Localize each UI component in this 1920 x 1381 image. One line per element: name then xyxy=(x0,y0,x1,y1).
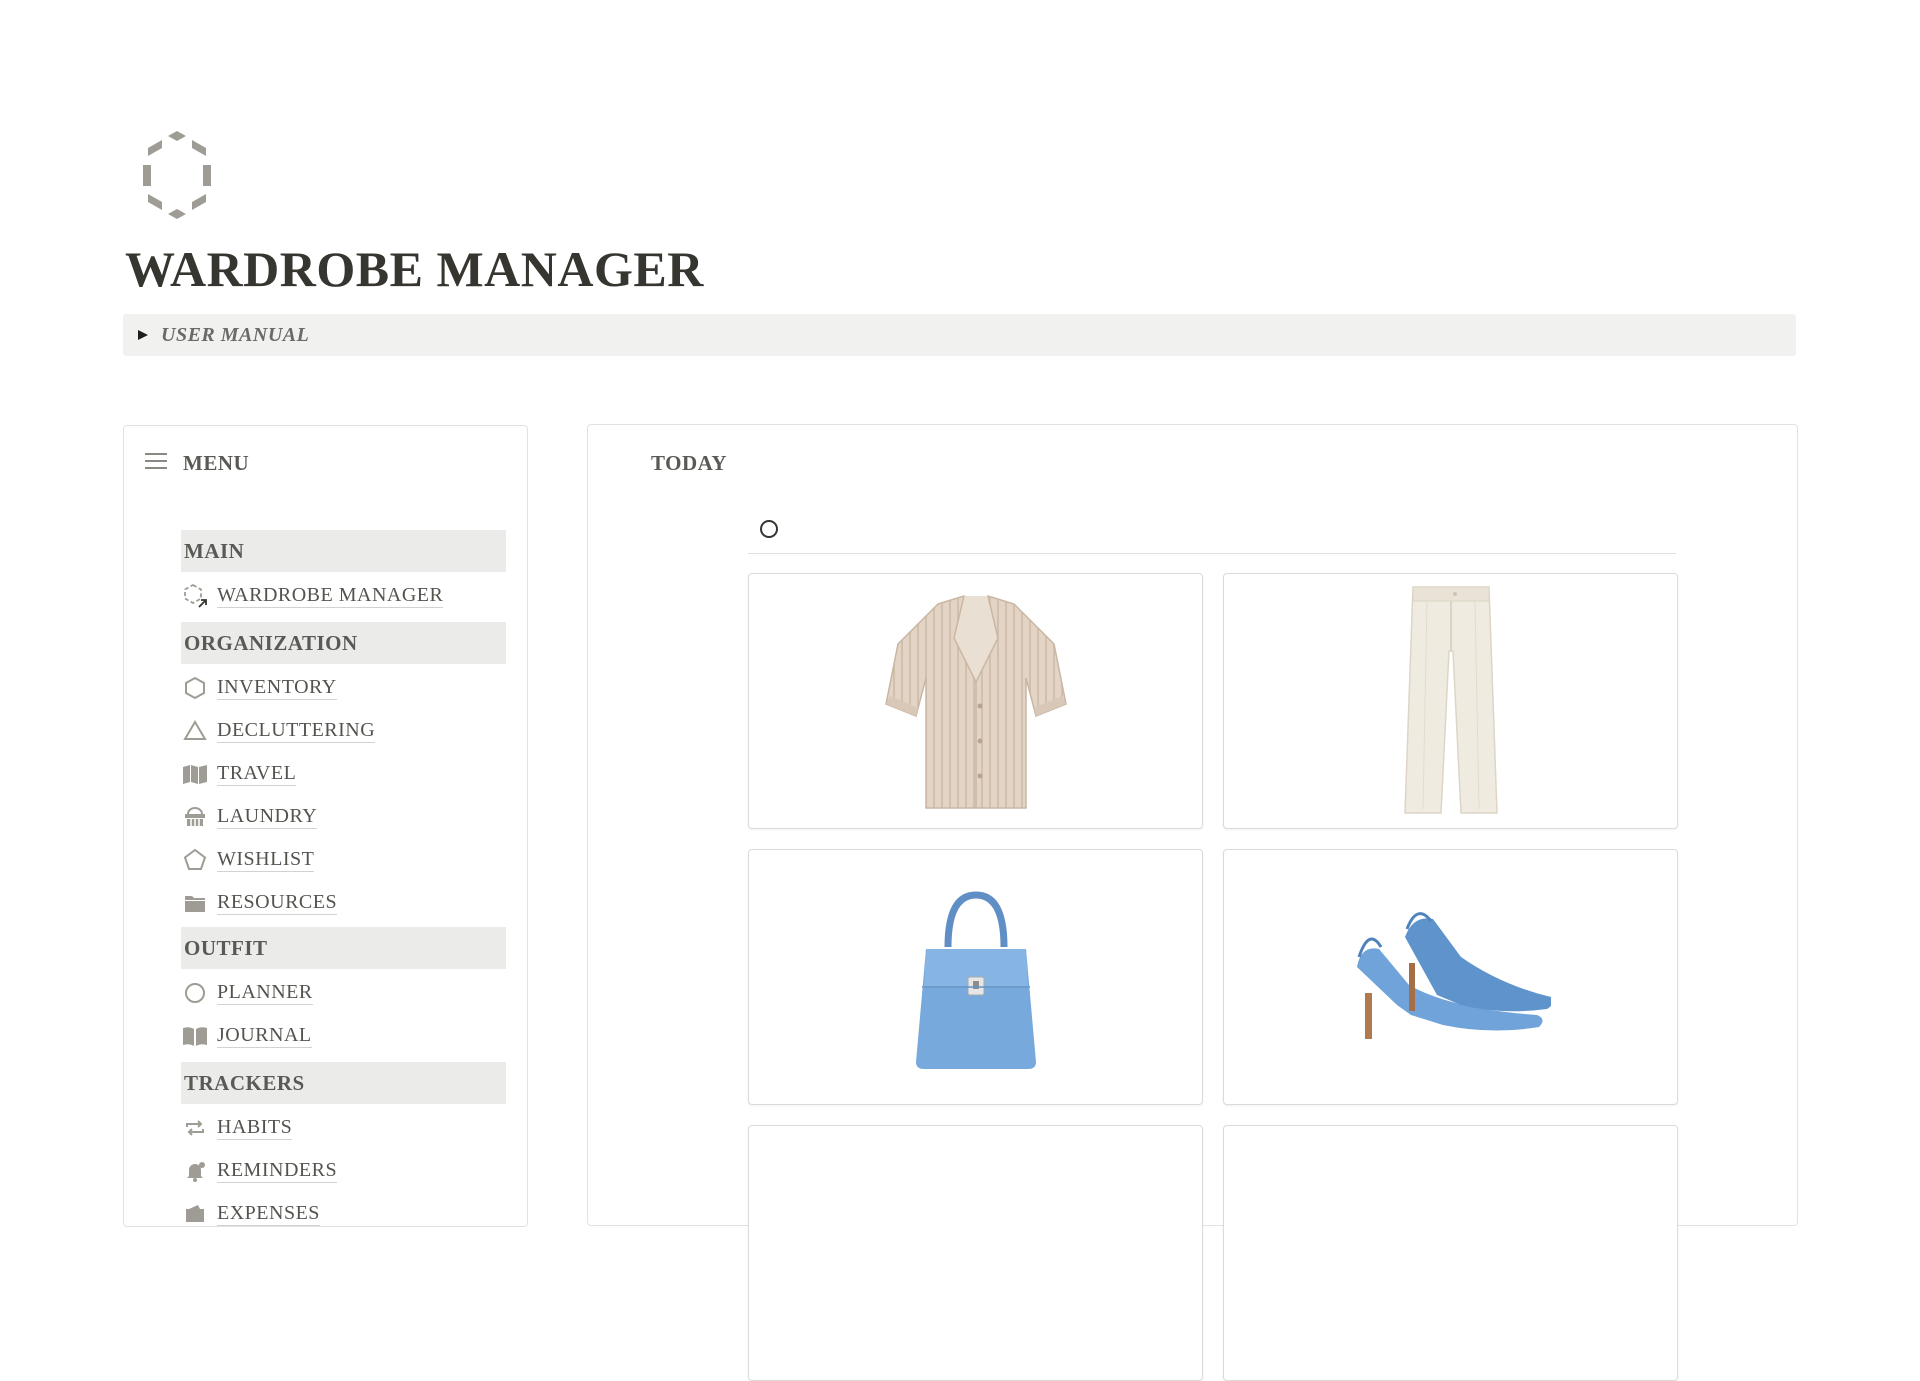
card-6[interactable] xyxy=(1223,1125,1678,1381)
beige-blouse-image xyxy=(884,595,1067,809)
user-manual-label[interactable]: USER MANUAL xyxy=(161,324,309,347)
menu-item-label[interactable]: DECLUTTERING xyxy=(217,718,376,743)
section-organization: ORGANIZATION xyxy=(181,622,506,664)
user-manual-toggle[interactable]: USER MANUAL xyxy=(123,314,1796,356)
folder-icon xyxy=(181,889,209,917)
menu-item-label[interactable]: JOURNAL xyxy=(217,1023,312,1048)
menu-item-planner[interactable]: PLANNER xyxy=(181,971,506,1014)
blue-slingback-heels-image xyxy=(1356,912,1551,1039)
wallet-icon xyxy=(181,1200,209,1228)
menu-header: MENU xyxy=(143,450,249,477)
menu-item-laundry[interactable]: LAUNDRY xyxy=(181,795,506,838)
menu-item-decluttering[interactable]: DECLUTTERING xyxy=(181,709,506,752)
menu-item-label[interactable]: TRAVEL xyxy=(217,761,297,786)
section-outfit: OUTFIT xyxy=(181,927,506,969)
today-title: TODAY xyxy=(651,451,728,475)
section-trackers: TRACKERS xyxy=(181,1062,506,1104)
menu-item-label[interactable]: INVENTORY xyxy=(217,675,337,700)
menu-item-expenses[interactable]: EXPENSES xyxy=(181,1192,506,1235)
blouse-card[interactable] xyxy=(748,573,1203,829)
menu-item-label[interactable]: WARDROBE MANAGER xyxy=(217,583,444,608)
circle-icon xyxy=(181,979,209,1007)
card-5[interactable] xyxy=(748,1125,1203,1381)
handbag-card[interactable] xyxy=(748,849,1203,1105)
menu-item-label[interactable]: EXPENSES xyxy=(217,1201,320,1226)
triangle-icon xyxy=(181,717,209,745)
cream-trousers-image xyxy=(1403,586,1498,814)
menu-item-label[interactable]: WISHLIST xyxy=(217,847,315,872)
menu-item-travel[interactable]: TRAVEL xyxy=(181,752,506,795)
menu-item-label[interactable]: LAUNDRY xyxy=(217,804,318,829)
menu-item-label[interactable]: RESOURCES xyxy=(217,890,338,915)
hexagon-link-icon xyxy=(181,582,209,610)
trousers-card[interactable] xyxy=(1223,573,1678,829)
menu-item-inventory[interactable]: INVENTORY xyxy=(181,666,506,709)
menu-item-wishlist[interactable]: WISHLIST xyxy=(181,838,506,881)
map-icon xyxy=(181,760,209,788)
pentagon-icon xyxy=(181,846,209,874)
basket-icon xyxy=(181,803,209,831)
heels-card[interactable] xyxy=(1223,849,1678,1105)
blue-handbag-image xyxy=(915,891,1036,1069)
repeat-icon xyxy=(181,1114,209,1142)
menu-item-label[interactable]: PLANNER xyxy=(217,980,313,1005)
hexagon-icon xyxy=(181,674,209,702)
menu-list: MAIN WARDROBE MANAGER ORGANIZATION INVEN… xyxy=(181,530,506,1235)
page-hexagon-icon[interactable] xyxy=(134,128,220,222)
menu-item-journal[interactable]: JOURNAL xyxy=(181,1014,506,1057)
triangle-right-icon[interactable] xyxy=(133,325,153,345)
hamburger-icon xyxy=(143,450,169,477)
menu-item-wardrobe-manager[interactable]: WARDROBE MANAGER xyxy=(181,574,506,617)
section-main: MAIN xyxy=(181,530,506,572)
circle-outline-icon[interactable] xyxy=(757,517,781,541)
bell-icon xyxy=(181,1157,209,1185)
page-title: WARDROBE MANAGER xyxy=(125,241,704,297)
menu-item-resources[interactable]: RESOURCES xyxy=(181,881,506,924)
menu-item-label[interactable]: REMINDERS xyxy=(217,1158,338,1183)
book-icon xyxy=(181,1022,209,1050)
menu-item-habits[interactable]: HABITS xyxy=(181,1106,506,1149)
menu-item-label[interactable]: HABITS xyxy=(217,1115,293,1140)
today-panel: TODAY xyxy=(587,424,1798,1381)
menu-title: MENU xyxy=(183,451,250,475)
menu-item-reminders[interactable]: REMINDERS xyxy=(181,1149,506,1192)
view-divider xyxy=(748,553,1676,554)
menu-panel: MENU MAIN WARDROBE MANAGER ORGANIZATION … xyxy=(123,425,528,1227)
